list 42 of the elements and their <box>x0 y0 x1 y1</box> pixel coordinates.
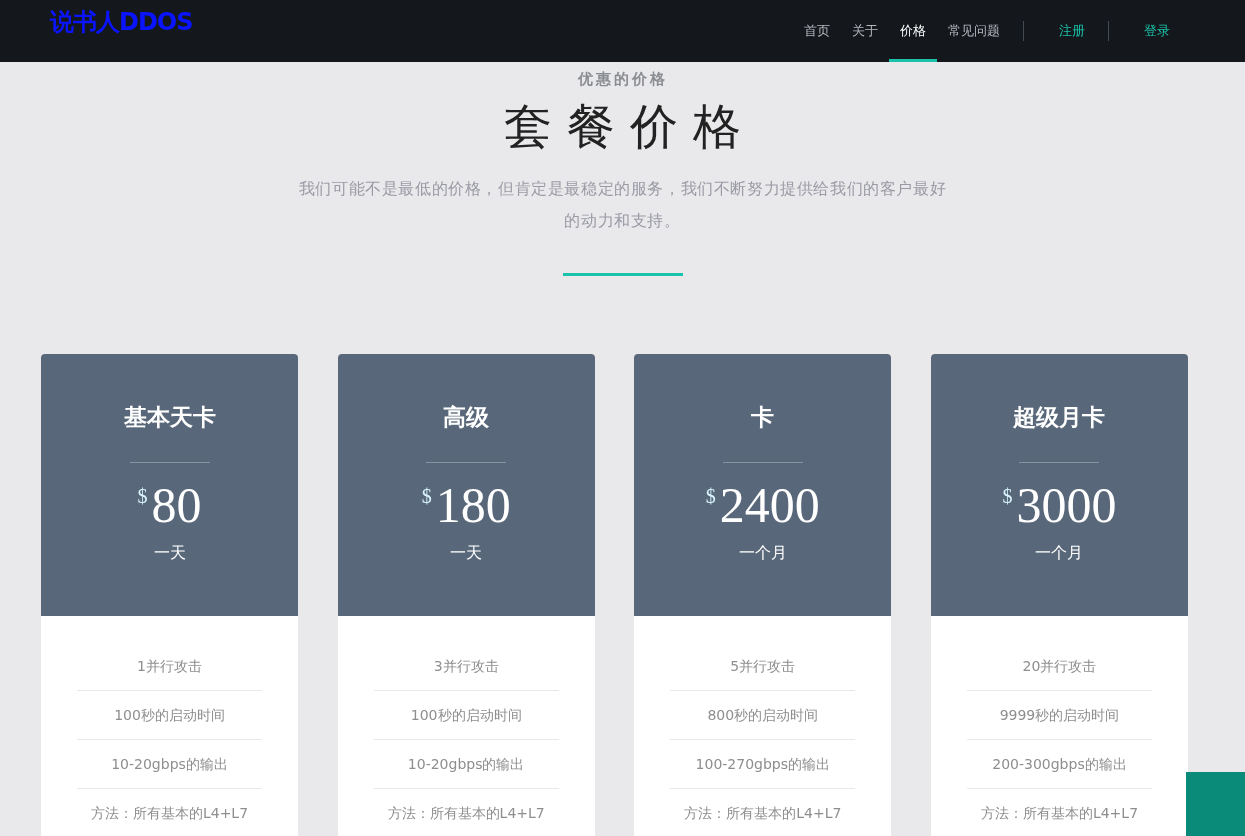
plan-period: 一天 <box>153 543 186 564</box>
plan-period: 一个月 <box>738 543 787 564</box>
plan-name: 卡 <box>751 402 775 432</box>
currency-symbol: $ <box>1002 485 1013 508</box>
currency-symbol: $ <box>421 485 432 508</box>
plan-feature: 3并行攻击 <box>373 642 559 691</box>
plan-name: 高级 <box>443 402 490 432</box>
plan-feature: 1并行攻击 <box>77 642 262 691</box>
plan-feature: 5并行攻击 <box>670 642 856 691</box>
plan-feature: 20并行攻击 <box>966 642 1152 691</box>
section-description: 我们可能不是最低的价格，但肯定是最稳定的服务，我们不断努力提供给我们的客户最好的动力和支持。 <box>297 178 948 232</box>
back-to-top-button[interactable] <box>1186 772 1245 836</box>
plan-feature: 100秒的启动时间 <box>373 691 559 740</box>
section-title: 套 餐 价 格 <box>503 97 742 156</box>
plan-feature: 800秒的启动时间 <box>670 691 856 740</box>
plan-price: 180 <box>435 477 511 533</box>
section-eyebrow: 优惠的价格 <box>577 70 668 89</box>
plan-price: 3000 <box>1016 477 1117 533</box>
plan-feature: 方法：所有基本的L4+L7 <box>670 789 856 836</box>
nav-link[interactable]: 价格 <box>889 0 937 62</box>
plan-price: 80 <box>151 477 202 533</box>
plan-price: 2400 <box>719 477 820 533</box>
plan-feature: 10-20gbps的输出 <box>77 740 262 789</box>
plan-feature: 方法：所有基本的L4+L7 <box>373 789 559 836</box>
nav-link[interactable]: 注册 <box>1048 0 1096 62</box>
currency-symbol: $ <box>705 485 716 508</box>
plan-feature: 10-20gbps的输出 <box>373 740 559 789</box>
plan-feature: 方法：所有基本的L4+L7 <box>966 789 1152 836</box>
nav-link[interactable]: 登录 <box>1133 0 1181 62</box>
nav-link[interactable]: 首页 <box>793 0 841 62</box>
plan-feature: 方法：所有基本的L4+L7 <box>77 789 262 836</box>
nav-link[interactable]: 常见问题 <box>937 0 1011 62</box>
plan-name: 超级月卡 <box>1013 402 1106 432</box>
currency-symbol: $ <box>137 485 148 508</box>
plan-feature: 100-270gbps的输出 <box>670 740 856 789</box>
plan-name: 基本天卡 <box>123 402 216 432</box>
plan-period: 一个月 <box>1035 543 1084 564</box>
plan-feature: 200-300gbps的输出 <box>966 740 1152 789</box>
plan-period: 一天 <box>450 543 483 564</box>
plan-feature: 100秒的启动时间 <box>77 691 262 740</box>
plan-feature: 9999秒的启动时间 <box>966 691 1152 740</box>
nav-link[interactable]: 关于 <box>841 0 889 62</box>
